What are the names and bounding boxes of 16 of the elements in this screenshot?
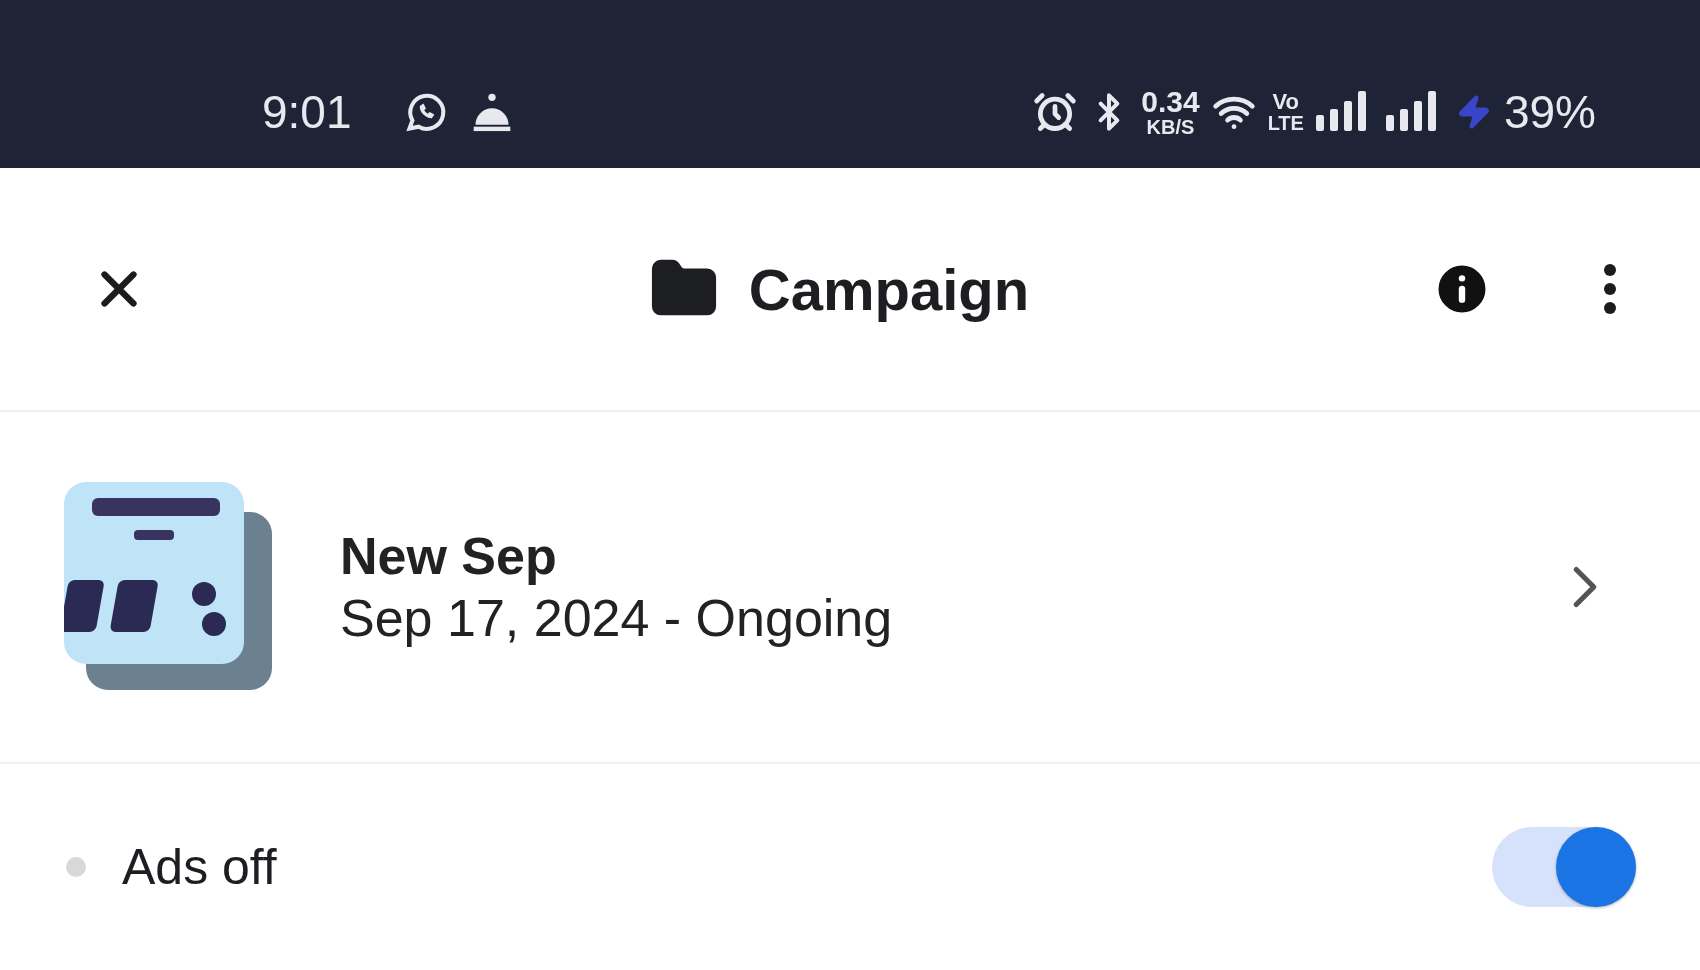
speed-unit: KB/S bbox=[1146, 117, 1195, 137]
ads-toggle[interactable] bbox=[1492, 827, 1636, 907]
more-icon bbox=[1604, 264, 1616, 314]
network-speed: 0.34 bbox=[1141, 87, 1200, 117]
ads-status-label: Ads off bbox=[122, 838, 278, 896]
status-dot bbox=[66, 857, 86, 877]
lte-label: LTE bbox=[1267, 113, 1304, 133]
more-button[interactable] bbox=[1604, 264, 1616, 314]
campaign-name: New Sep bbox=[340, 526, 558, 586]
page-title: Campaign bbox=[748, 255, 1030, 323]
battery-percent: 39% bbox=[1503, 85, 1596, 139]
alarm-icon bbox=[1033, 90, 1078, 134]
volte-label: Vo bbox=[1272, 91, 1299, 113]
campaign-row[interactable]: New Sep Sep 17, 2024 - Ongoing bbox=[0, 412, 1700, 764]
campaign-dates: Sep 17, 2024 - Ongoing bbox=[340, 588, 894, 648]
clock-time: 9:01 bbox=[262, 85, 352, 139]
